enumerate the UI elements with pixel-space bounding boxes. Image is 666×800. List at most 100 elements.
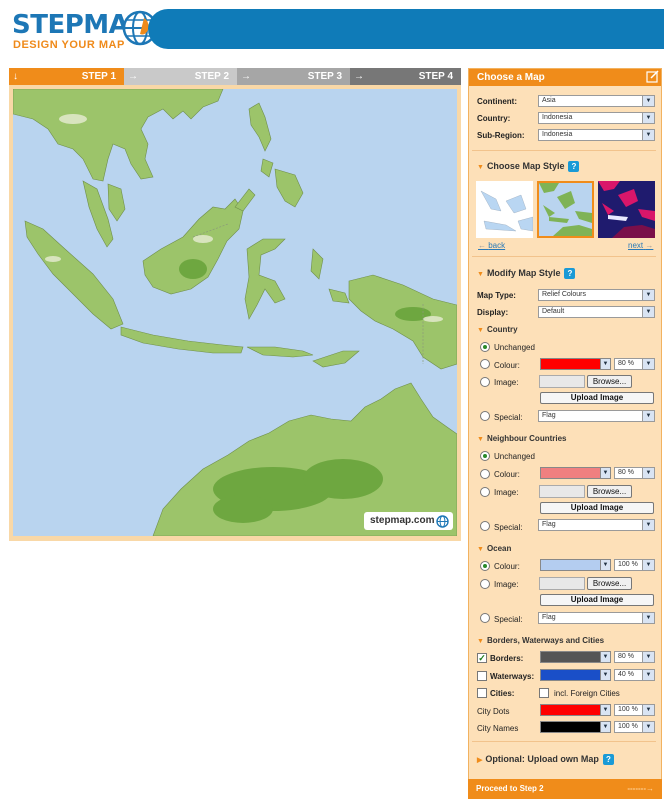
country-upload-button[interactable]: Upload Image: [540, 392, 654, 404]
continent-label: Continent:: [477, 97, 517, 106]
country-opacity-select[interactable]: 80 % ▼: [614, 358, 655, 370]
globe-icon: [436, 515, 449, 528]
map-canvas[interactable]: [13, 89, 457, 536]
ocean-opacity-select[interactable]: 100 % ▼: [614, 559, 655, 571]
divider: [472, 256, 656, 257]
borders-label: Borders:: [490, 654, 524, 663]
step-tab-3[interactable]: → STEP 3: [237, 68, 350, 85]
borders-section-title[interactable]: ▼ Borders, Waterways and Cities: [477, 636, 604, 645]
ocean-colour-radio[interactable]: [480, 561, 490, 571]
neighbour-image-field[interactable]: [539, 485, 585, 498]
ocean-image-radio[interactable]: [480, 579, 490, 589]
city-names-opacity-select[interactable]: 100 % ▼: [614, 721, 655, 733]
country-special-radio[interactable]: [480, 411, 490, 421]
chevron-down-icon: ▼: [642, 130, 654, 140]
neighbour-special-select[interactable]: Flag ▼: [538, 519, 655, 531]
chevron-down-icon: ▼: [642, 705, 654, 715]
neighbour-colour-radio[interactable]: [480, 469, 490, 479]
triangle-down-icon: ▼: [477, 271, 484, 278]
country-colour-radio[interactable]: [480, 359, 490, 369]
style-thumb-dark[interactable]: [598, 181, 655, 238]
chevron-down-icon: ▼: [642, 652, 654, 662]
city-names-label: City Names: [477, 724, 519, 733]
neighbour-unchanged-label: Unchanged: [494, 452, 535, 461]
neighbour-upload-button[interactable]: Upload Image: [540, 502, 654, 514]
optional-upload-title[interactable]: ▶ Optional: Upload own Map?: [477, 754, 614, 766]
chevron-down-icon: ▼: [642, 359, 654, 369]
help-icon[interactable]: ?: [568, 161, 580, 173]
waterways-colour-picker[interactable]: ▼: [540, 669, 611, 681]
back-link[interactable]: ← back: [478, 241, 505, 250]
ocean-upload-button[interactable]: Upload Image: [540, 594, 654, 606]
proceed-button[interactable]: Proceed to Step 2 -------→: [468, 779, 662, 799]
display-select[interactable]: Default ▼: [538, 306, 655, 318]
continent-select[interactable]: Asia ▼: [538, 95, 655, 107]
ocean-section-title[interactable]: ▼ Ocean: [477, 544, 511, 553]
subregion-label: Sub-Region:: [477, 131, 525, 140]
help-icon[interactable]: ?: [602, 754, 614, 766]
header-bar: [168, 9, 664, 49]
country-section-title[interactable]: ▼ Country: [477, 325, 518, 334]
country-image-radio[interactable]: [480, 377, 490, 387]
neighbour-section-title[interactable]: ▼ Neighbour Countries: [477, 434, 567, 443]
country-label: Country:: [477, 114, 511, 123]
neighbour-unchanged-radio[interactable]: [480, 451, 490, 461]
city-dots-label: City Dots: [477, 707, 510, 716]
ocean-special-radio[interactable]: [480, 613, 490, 623]
borders-colour-picker[interactable]: ▼: [540, 651, 611, 663]
ocean-image-field[interactable]: [539, 577, 585, 590]
neighbour-opacity-select[interactable]: 80 % ▼: [614, 467, 655, 479]
country-browse-button[interactable]: Browse...: [587, 375, 632, 388]
country-colour-picker[interactable]: ▼: [540, 358, 611, 370]
neighbour-special-label: Special:: [494, 523, 523, 532]
modify-map-style-title[interactable]: ▼ Modify Map Style?: [477, 268, 576, 280]
ocean-special-select[interactable]: Flag ▼: [538, 612, 655, 624]
subregion-select[interactable]: Indonesia ▼: [538, 129, 655, 141]
neighbour-image-radio[interactable]: [480, 487, 490, 497]
choose-map-style-title[interactable]: ▼ Choose Map Style?: [477, 161, 580, 173]
step-tab-2[interactable]: → STEP 2: [124, 68, 237, 85]
next-link[interactable]: next →: [628, 241, 653, 250]
chevron-down-icon: ▼: [600, 722, 610, 732]
step-tab-4[interactable]: → STEP 4: [350, 68, 461, 85]
help-icon[interactable]: ?: [564, 268, 576, 280]
step-tab-1[interactable]: ↓ STEP 1: [9, 68, 124, 85]
country-unchanged-radio[interactable]: [480, 342, 490, 352]
style-thumb-relief-selected[interactable]: [537, 181, 594, 238]
ocean-colour-picker[interactable]: ▼: [540, 559, 611, 571]
arrow-right-icon: -------→: [627, 784, 654, 793]
chevron-down-icon: ▼: [642, 290, 654, 300]
chevron-down-icon: ▼: [642, 411, 654, 421]
neighbour-special-radio[interactable]: [480, 521, 490, 531]
city-dots-opacity-select[interactable]: 100 % ▼: [614, 704, 655, 716]
display-label: Display:: [477, 308, 509, 317]
country-special-select[interactable]: Flag ▼: [538, 410, 655, 422]
country-select[interactable]: Indonesia ▼: [538, 112, 655, 124]
country-image-field[interactable]: [539, 375, 585, 388]
waterways-opacity-select[interactable]: 40 % ▼: [614, 669, 655, 681]
triangle-down-icon: ▼: [477, 164, 484, 171]
chevron-down-icon: ▼: [642, 670, 654, 680]
country-unchanged-label: Unchanged: [494, 343, 535, 352]
neighbour-browse-button[interactable]: Browse...: [587, 485, 632, 498]
edit-window-icon[interactable]: [646, 70, 659, 83]
chevron-down-icon: ▼: [600, 468, 610, 478]
city-dots-colour-picker[interactable]: ▼: [540, 704, 611, 716]
neighbour-colour-picker[interactable]: ▼: [540, 467, 611, 479]
ocean-image-label: Image:: [494, 580, 519, 589]
chevron-down-icon: ▼: [600, 560, 610, 570]
borders-opacity-select[interactable]: 80 % ▼: [614, 651, 655, 663]
style-thumb-plain[interactable]: [476, 181, 533, 238]
foreign-cities-checkbox[interactable]: [539, 688, 549, 698]
down-arrow-icon: ↓: [13, 71, 18, 82]
borders-checkbox[interactable]: ✓: [477, 653, 487, 663]
map-type-select[interactable]: Relief Colours ▼: [538, 289, 655, 301]
chevron-down-icon: ▼: [642, 307, 654, 317]
waterways-checkbox[interactable]: [477, 671, 487, 681]
cities-checkbox[interactable]: [477, 688, 487, 698]
city-names-colour-picker[interactable]: ▼: [540, 721, 611, 733]
country-image-label: Image:: [494, 378, 519, 387]
map-svg: [13, 89, 457, 536]
ocean-browse-button[interactable]: Browse...: [587, 577, 632, 590]
waterways-label: Waterways:: [490, 672, 535, 681]
